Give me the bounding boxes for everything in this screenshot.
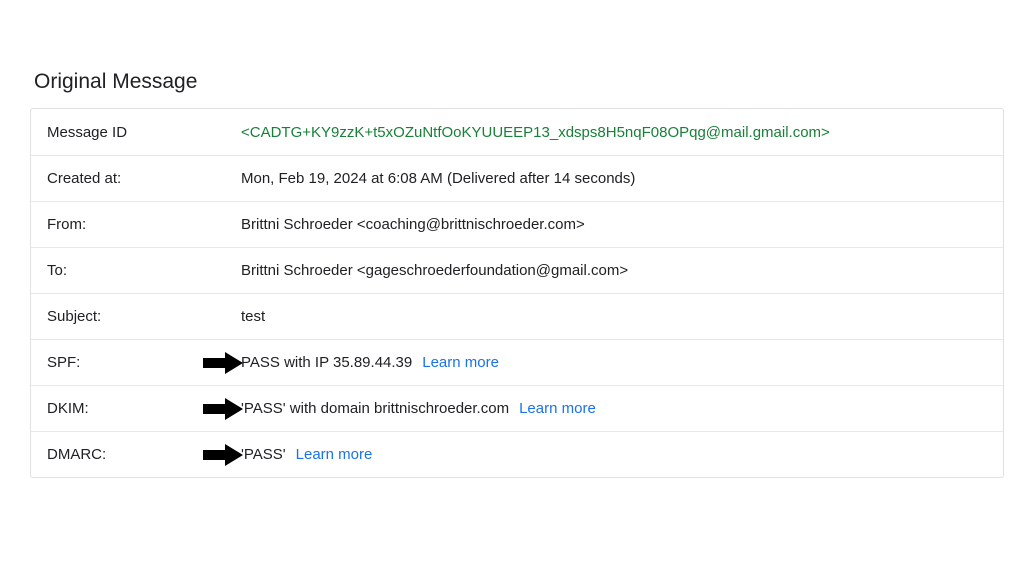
learn-more-dkim-link[interactable]: Learn more — [519, 400, 596, 417]
label-to: To: — [47, 262, 241, 279]
arrow-right-icon — [203, 350, 245, 376]
row-created-at: Created at: Mon, Feb 19, 2024 at 6:08 AM… — [31, 155, 1003, 201]
learn-more-dmarc-link[interactable]: Learn more — [296, 446, 373, 463]
row-subject: Subject: test — [31, 293, 1003, 339]
value-created-at: Mon, Feb 19, 2024 at 6:08 AM (Delivered … — [241, 170, 635, 187]
row-dkim: DKIM: 'PASS' with domain brittnischroede… — [31, 385, 1003, 431]
original-message-panel: Message ID <CADTG+KY9zzK+t5xOZuNtfOoKYUU… — [30, 108, 1004, 478]
value-subject: test — [241, 308, 265, 325]
value-to: Brittni Schroeder <gageschroederfoundati… — [241, 262, 628, 279]
value-message-id: <CADTG+KY9zzK+t5xOZuNtfOoKYUUEEP13_xdsps… — [241, 124, 830, 141]
row-from: From: Brittni Schroeder <coaching@brittn… — [31, 201, 1003, 247]
row-to: To: Brittni Schroeder <gageschroederfoun… — [31, 247, 1003, 293]
value-dmarc: 'PASS' — [241, 446, 286, 463]
label-message-id: Message ID — [47, 124, 241, 141]
value-spf: PASS with IP 35.89.44.39 — [241, 354, 412, 371]
value-dkim: 'PASS' with domain brittnischroeder.com — [241, 400, 509, 417]
label-created-at: Created at: — [47, 170, 241, 187]
learn-more-spf-link[interactable]: Learn more — [422, 354, 499, 371]
arrow-right-icon — [203, 442, 245, 468]
row-message-id: Message ID <CADTG+KY9zzK+t5xOZuNtfOoKYUU… — [31, 109, 1003, 155]
row-dmarc: DMARC: 'PASS' Learn more — [31, 431, 1003, 477]
row-spf: SPF: PASS with IP 35.89.44.39 Learn more — [31, 339, 1003, 385]
page-title: Original Message — [34, 70, 1004, 94]
value-from: Brittni Schroeder <coaching@brittnischro… — [241, 216, 585, 233]
arrow-right-icon — [203, 396, 245, 422]
label-subject: Subject: — [47, 308, 241, 325]
label-from: From: — [47, 216, 241, 233]
